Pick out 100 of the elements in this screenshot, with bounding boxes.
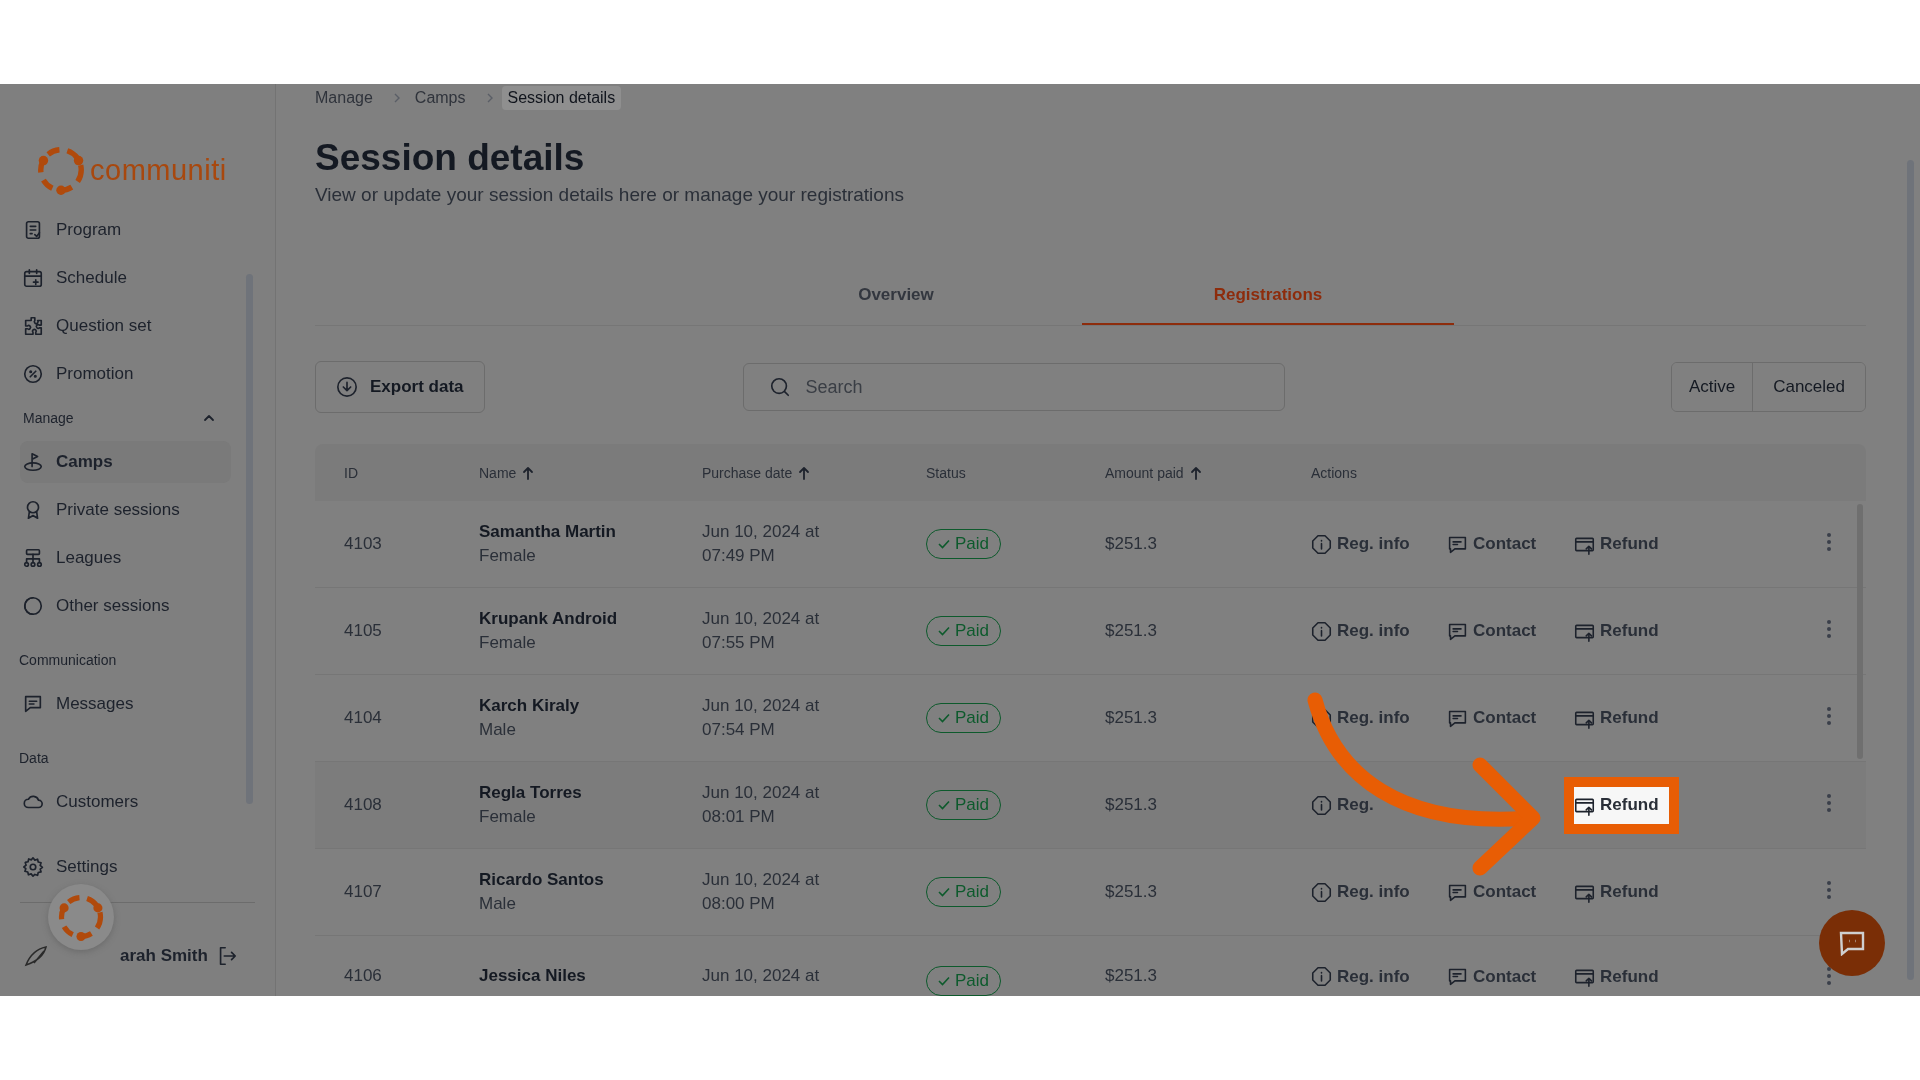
- table-cell: 4103: [344, 534, 382, 553]
- action-link[interactable]: Reg. info: [1311, 881, 1410, 903]
- sidebar-item[interactable]: Customers: [20, 781, 231, 823]
- tab[interactable]: Registrations: [1082, 285, 1454, 325]
- gender-text: Female: [479, 546, 537, 566]
- more-icon[interactable]: [1826, 705, 1832, 726]
- section-heading: Manage: [23, 410, 74, 426]
- customer-name: Karch Kiraly: [479, 696, 581, 716]
- chevron-right-icon: [392, 92, 401, 104]
- customer-name: Regla Torres: [479, 783, 583, 803]
- column-header[interactable]: Purchase date: [702, 464, 793, 481]
- chevron-up-icon[interactable]: [203, 414, 215, 422]
- table-cell: 4105: [344, 621, 382, 640]
- refund-button[interactable]: Refund: [1574, 881, 1659, 903]
- purchase-date: Jun 10, 2024 at: [702, 609, 821, 629]
- action-link[interactable]: Reg. info: [1311, 620, 1410, 642]
- calendar-icon: [22, 267, 44, 289]
- sidebar-item[interactable]: Leagues: [20, 537, 231, 579]
- purchase-date: Jun 10, 2024 at: [702, 696, 821, 716]
- action-link[interactable]: Reg.: [1311, 794, 1374, 816]
- settings-icon: [22, 856, 44, 878]
- action-link[interactable]: Contact: [1447, 707, 1537, 729]
- filter-button[interactable]: Canceled: [1752, 363, 1865, 411]
- search-field[interactable]: Search: [742, 363, 1285, 411]
- section-heading: Communication: [19, 652, 117, 668]
- table-cell: $251.3: [1105, 534, 1157, 553]
- purchase-date: Jun 10, 2024 at: [702, 783, 821, 803]
- action-link[interactable]: Contact: [1447, 620, 1537, 642]
- table-cell: 4104: [344, 708, 382, 727]
- customer-name: Krupank Android: [479, 609, 619, 629]
- refund-button[interactable]: Refund: [1574, 966, 1659, 987]
- table-cell: 4108: [344, 795, 382, 814]
- action-link[interactable]: Reg. info: [1311, 533, 1410, 555]
- user-name: arah Smith: [120, 946, 208, 966]
- action-link[interactable]: Contact: [1447, 533, 1537, 555]
- chevron-right-icon: [485, 92, 494, 104]
- sidebar-item[interactable]: Other sessions: [20, 585, 231, 627]
- column-header[interactable]: Name: [479, 464, 517, 481]
- sort-arrow-icon[interactable]: [798, 465, 811, 480]
- chat-icon: [1838, 930, 1866, 956]
- info-icon: [1311, 966, 1332, 987]
- half-circle-icon: [22, 595, 44, 617]
- purchase-date: 07:55 PM: [702, 633, 776, 653]
- info-icon: [1311, 533, 1332, 555]
- refund-button[interactable]: Refund: [1574, 620, 1659, 642]
- page-subtitle: View or update your session details here or manage your registrations: [315, 184, 905, 206]
- action-link[interactable]: Contact: [1447, 966, 1537, 987]
- sidebar-item[interactable]: Camps: [20, 441, 231, 483]
- breadcrumb-link[interactable]: Session details: [501, 86, 622, 110]
- sidebar-item[interactable]: Settings: [20, 846, 231, 888]
- table-cell: $251.3: [1105, 966, 1157, 985]
- action-link[interactable]: Contact: [1447, 881, 1537, 903]
- hierarchy-icon: [22, 547, 44, 569]
- sort-arrow-icon[interactable]: [522, 465, 535, 480]
- percent-icon: [22, 363, 44, 385]
- info-icon: [1311, 794, 1332, 816]
- more-icon[interactable]: [1826, 966, 1832, 986]
- puzzle-icon: [22, 315, 44, 337]
- export-button[interactable]: Export data: [315, 361, 485, 413]
- more-icon[interactable]: [1826, 879, 1832, 900]
- more-icon[interactable]: [1826, 531, 1832, 552]
- table-cell: 4107: [344, 882, 382, 901]
- sort-arrow-icon[interactable]: [1189, 465, 1202, 480]
- info-icon: [1311, 620, 1332, 642]
- sidebar-item[interactable]: Program: [20, 209, 231, 251]
- sidebar-item[interactable]: Promotion: [20, 353, 231, 395]
- chat-icon: [1447, 966, 1468, 987]
- more-icon[interactable]: [1826, 618, 1832, 639]
- sidebar-item[interactable]: Messages: [20, 683, 231, 725]
- purchase-date: 08:00 PM: [702, 894, 776, 914]
- purchase-date: Jun 10, 2024 at: [702, 522, 821, 542]
- action-link[interactable]: Reg. info: [1311, 966, 1410, 987]
- refund-button[interactable]: Refund: [1574, 533, 1659, 555]
- column-header: Actions: [1311, 464, 1357, 481]
- table-cell: $251.3: [1105, 882, 1157, 901]
- message-icon: [22, 693, 44, 715]
- sidebar-item[interactable]: Schedule: [20, 257, 231, 299]
- gender-text: Female: [479, 807, 537, 827]
- table-cell: 4106: [344, 966, 382, 985]
- section-heading: Data: [19, 750, 49, 766]
- logo-text: communiti: [90, 153, 227, 187]
- download-icon: [336, 376, 358, 398]
- breadcrumb-link[interactable]: Manage: [309, 86, 379, 110]
- tab[interactable]: Overview: [710, 285, 1082, 325]
- gender-text: Female: [479, 633, 537, 653]
- table-cell: $251.3: [1105, 621, 1157, 640]
- refund-button[interactable]: Refund: [1574, 707, 1659, 729]
- purchase-date: Jun 10, 2024 at: [702, 966, 821, 986]
- purchase-date: 08:01 PM: [702, 807, 776, 827]
- column-header[interactable]: Amount paid: [1105, 464, 1184, 481]
- table-cell: $251.3: [1105, 708, 1157, 727]
- customer-name: Jessica Niles: [479, 966, 587, 986]
- customer-name: Ricardo Santos: [479, 870, 605, 890]
- gender-text: Male: [479, 720, 517, 740]
- breadcrumb-link[interactable]: Camps: [408, 86, 472, 110]
- more-icon[interactable]: [1826, 792, 1832, 813]
- purchase-date: 07:54 PM: [702, 720, 776, 740]
- sidebar-item[interactable]: Question set: [20, 305, 231, 347]
- sidebar-item[interactable]: Private sessions: [20, 489, 231, 531]
- customer-name: Samantha Martin: [479, 522, 617, 542]
